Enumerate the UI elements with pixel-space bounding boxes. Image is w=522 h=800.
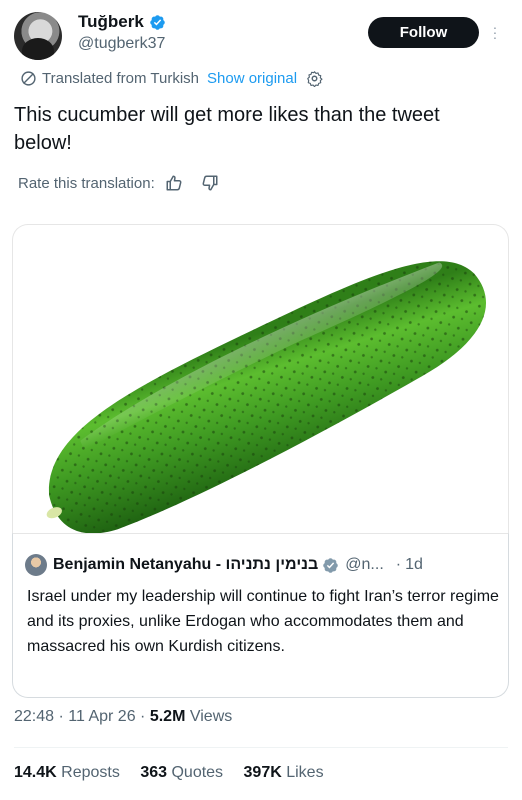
quotes-stat[interactable]: 363 Quotes xyxy=(140,764,223,781)
quoted-tweet-text: Israel under my leadership will continue… xyxy=(27,588,499,655)
reposts-label: Reposts xyxy=(61,764,120,781)
likes-stat[interactable]: 397K Likes xyxy=(244,764,324,781)
author-display-name[interactable]: Tuğberk xyxy=(78,12,144,32)
author-handle[interactable]: @tugberk37 xyxy=(78,35,165,53)
views-count: 5.2M xyxy=(149,708,186,725)
gear-icon[interactable] xyxy=(306,70,323,87)
views-label: Views xyxy=(189,708,233,725)
tweet-time[interactable]: 22:48 xyxy=(14,708,54,725)
rate-translation: Rate this translation: xyxy=(18,174,219,192)
more-vertical-icon[interactable]: · · · xyxy=(488,18,502,46)
tweet-date[interactable]: 11 Apr 26 xyxy=(68,708,135,725)
likes-count: 397K xyxy=(243,764,282,781)
show-original-link[interactable]: Show original xyxy=(207,70,297,87)
reposts-stat[interactable]: 14.4K Reposts xyxy=(14,764,120,781)
follow-button[interactable]: Follow xyxy=(368,17,479,48)
quoted-author-name: Benjamin Netanyahu - בנימין נתניהו xyxy=(53,556,319,573)
tweet-text: This cucumber will get more likes than t… xyxy=(14,104,440,154)
thumbs-up-icon[interactable] xyxy=(165,174,183,192)
verified-icon xyxy=(323,557,339,573)
author-avatar[interactable] xyxy=(14,12,62,60)
cucumber-image xyxy=(46,261,487,534)
tweet-header: Tuğberk @tugberk37 Follow · · · xyxy=(0,0,522,66)
thumbs-down-icon[interactable] xyxy=(201,174,219,192)
translate-icon xyxy=(21,71,36,86)
quoted-tweet[interactable]: Benjamin Netanyahu - בנימין נתניהו @n...… xyxy=(12,533,509,698)
reposts-count: 14.4K xyxy=(14,764,57,781)
quotes-count: 363 xyxy=(140,764,168,781)
quoted-author-handle: @n... xyxy=(345,556,384,573)
likes-label: Likes xyxy=(286,764,324,781)
rate-translation-label: Rate this translation: xyxy=(18,174,155,192)
quoted-tweet-header: Benjamin Netanyahu - בנימין נתניהו @n...… xyxy=(25,554,423,576)
quoted-timestamp: 1d xyxy=(405,556,423,573)
quoted-author-avatar xyxy=(25,554,47,576)
quoted-separator: · xyxy=(395,556,402,573)
tweet-image-cucumber[interactable] xyxy=(12,224,509,534)
tweet-meta: 22:48 · 11 Apr 26 · 5.2M Views xyxy=(14,708,232,726)
translation-notice-text: Translated from Turkish xyxy=(42,70,199,87)
quotes-label: Quotes xyxy=(171,764,224,781)
divider xyxy=(14,747,508,748)
meta-separator: · xyxy=(140,708,146,725)
verified-icon xyxy=(150,14,165,30)
translation-notice: Translated from Turkish Show original xyxy=(20,70,323,87)
engagement-stats: 14.4K Reposts 363 Quotes 397K Likes xyxy=(14,764,340,782)
meta-separator: · xyxy=(58,708,64,725)
author-name-row: Tuğberk xyxy=(78,12,166,32)
